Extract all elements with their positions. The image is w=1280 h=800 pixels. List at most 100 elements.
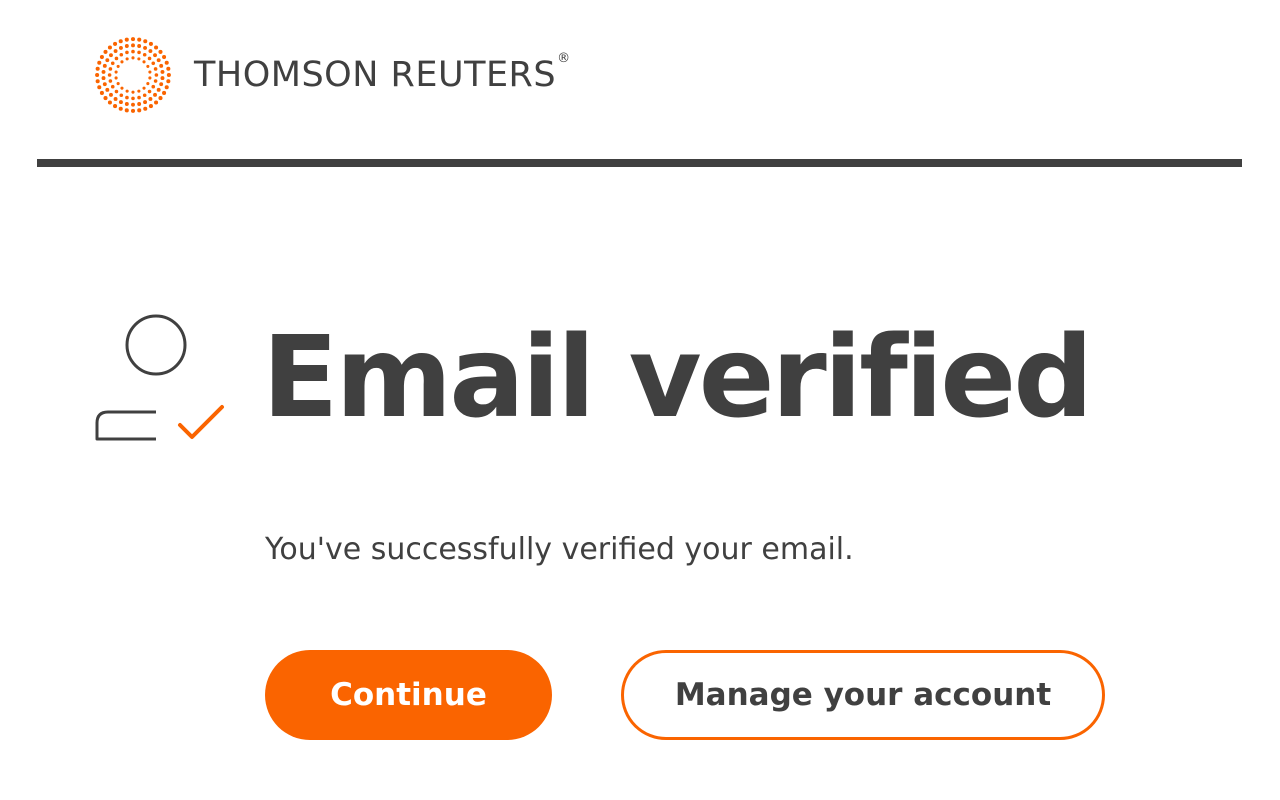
logo-dot — [137, 57, 141, 61]
logo-dot — [120, 60, 124, 64]
brand-name: THOMSON REUTERS — [194, 55, 557, 95]
logo-dot — [156, 58, 161, 63]
logo-dot — [159, 82, 164, 87]
logo-dot — [148, 41, 153, 46]
logo-dot — [119, 93, 124, 98]
logo-dot — [124, 44, 129, 48]
logo-dot — [125, 57, 129, 61]
logo-dot — [131, 90, 135, 94]
logo-dot — [110, 61, 115, 66]
logo-dot — [107, 100, 112, 105]
logo-dot — [124, 108, 129, 113]
logo-dot — [113, 104, 118, 109]
logo-dot — [95, 79, 100, 84]
logo-dot — [107, 45, 112, 50]
logo-dot — [162, 90, 167, 95]
logo-dot — [119, 52, 124, 57]
logo-dot — [105, 58, 110, 63]
logo-dot — [142, 93, 147, 98]
logo-dot — [154, 100, 159, 105]
logo-dot — [105, 87, 110, 92]
continue-button[interactable]: Continue — [265, 650, 552, 740]
logo-dot — [102, 82, 107, 87]
logo-dot — [153, 92, 157, 97]
logo-dot — [154, 73, 159, 77]
verification-message: You've successfully verified your email. — [265, 532, 854, 567]
registered-mark: ® — [557, 51, 571, 66]
logo-dot — [142, 60, 146, 64]
manage-account-button[interactable]: Manage your account — [621, 650, 1105, 740]
logo-dot — [125, 50, 129, 55]
logo-dot — [118, 45, 123, 50]
logo-dot — [146, 82, 150, 86]
logo-dot — [97, 85, 102, 90]
logo-dot — [113, 97, 118, 101]
logo-dot — [142, 86, 146, 90]
logo-dot — [148, 76, 152, 80]
logo-dot — [114, 56, 119, 61]
logo-dot — [131, 96, 135, 101]
logo-dot — [124, 102, 129, 106]
logo-dot — [158, 96, 163, 101]
logo-dot — [102, 63, 107, 68]
logo-dot — [146, 64, 150, 68]
logo-dot — [109, 92, 113, 97]
user-shoulders — [95, 410, 156, 441]
logo-dot — [118, 100, 123, 105]
thomson-reuters-logo: THOMSON REUTERS® — [94, 37, 571, 113]
logo-dot — [153, 53, 157, 58]
logo-dot — [160, 76, 165, 81]
logo-dot — [159, 63, 164, 68]
logo-dot — [114, 89, 119, 94]
logo-dot — [148, 70, 152, 74]
logo-dot — [137, 37, 142, 42]
logo-dot — [147, 89, 152, 94]
page-title: Email verified — [262, 313, 1093, 443]
logo-dot — [166, 79, 171, 84]
logo-dot — [142, 52, 147, 57]
logo-dot — [143, 45, 148, 50]
logo-dot — [137, 108, 142, 113]
logo-dot — [137, 95, 141, 100]
logo-dot — [147, 56, 152, 61]
logo-dot — [166, 66, 171, 71]
logo-dot — [103, 49, 108, 54]
logo-dot — [137, 50, 141, 55]
logo-dot — [148, 97, 153, 101]
logo-dot — [113, 41, 118, 46]
logo-dot — [109, 53, 113, 58]
logo-dot — [95, 66, 100, 71]
header-divider — [37, 159, 1242, 167]
logo-dot — [116, 64, 120, 68]
logo-dot — [151, 61, 156, 66]
logo-dot — [131, 43, 135, 48]
logo-dot — [101, 76, 106, 81]
logo-dot — [151, 84, 156, 89]
check-mark — [178, 405, 224, 439]
logo-dot — [125, 95, 129, 100]
logo-dot — [137, 89, 141, 93]
logo-dot — [130, 108, 136, 113]
logo-dot — [137, 44, 142, 48]
logo-dot — [113, 49, 118, 53]
logo-dot — [143, 100, 148, 105]
logo-dot — [148, 104, 153, 109]
logo-dot — [130, 37, 136, 42]
logo-dot — [164, 60, 169, 65]
logo-dot — [95, 72, 100, 78]
user-check-icon — [95, 314, 224, 441]
logo-dot — [108, 67, 113, 71]
logo-dot — [162, 55, 167, 60]
logo-dot-burst-icon — [95, 37, 171, 113]
logo-dot — [137, 102, 142, 106]
logo-dot — [158, 49, 163, 54]
logo-dot — [118, 106, 123, 111]
logo-dot — [110, 84, 115, 89]
logo-dot — [114, 70, 118, 74]
user-head — [125, 314, 187, 376]
logo-dot — [99, 55, 104, 60]
logo-dot — [99, 90, 104, 95]
logo-dot — [101, 69, 106, 74]
logo-dot — [116, 82, 120, 86]
logo-dot — [131, 102, 135, 107]
